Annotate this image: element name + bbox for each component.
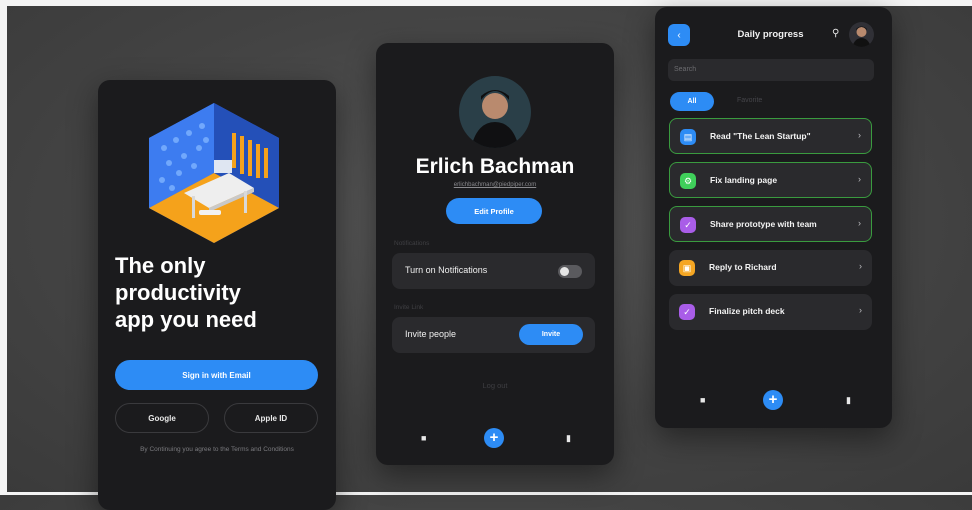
trash-icon[interactable]: ▮ (566, 433, 571, 444)
chat-icon: ▣ (679, 260, 695, 276)
task-label: Fix landing page (710, 175, 778, 185)
notifications-section-label: Notifications (394, 240, 430, 247)
chevron-right-icon: › (859, 305, 862, 315)
task-item[interactable]: ▣ Reply to Richard › (669, 250, 872, 286)
invite-button[interactable]: Invite (519, 324, 583, 345)
task-label: Finalize pitch deck (709, 306, 785, 316)
terms-text: By Continuing you agree to the Terms and… (140, 446, 294, 453)
notifications-toggle[interactable] (558, 265, 582, 278)
wrench-icon: ⚙ (680, 173, 696, 189)
image-border-left (0, 0, 7, 495)
task-item[interactable]: ▤ Read "The Lean Startup" › (669, 118, 872, 154)
profile-name: Erlich Bachman (415, 155, 575, 178)
user-avatar[interactable] (849, 22, 874, 47)
search-placeholder: Search (674, 66, 697, 73)
check-icon: ✓ (680, 217, 696, 233)
task-label: Reply to Richard (709, 262, 777, 272)
phone-tasks-screen: ‹ Daily progress ⚲ Search All Favorite ▤… (655, 7, 892, 428)
invite-section-label: Invite Link (394, 304, 424, 311)
task-label: Share prototype with team (710, 219, 817, 229)
image-border-top (0, 0, 972, 6)
trash-icon[interactable]: ▮ (846, 395, 851, 406)
home-icon[interactable]: ■ (700, 395, 705, 405)
task-item[interactable]: ⚙ Fix landing page › (669, 162, 872, 198)
workspace-illustration (149, 103, 279, 243)
apple-sign-in-button[interactable]: Apple ID (224, 403, 318, 433)
profile-email-link[interactable]: erlichbachman@piedpiper.com (376, 182, 614, 188)
check-icon: ✓ (679, 304, 695, 320)
logout-link[interactable]: Log out (376, 381, 614, 390)
add-button[interactable]: + (763, 390, 783, 410)
filter-favorite-tab[interactable]: Favorite (737, 97, 762, 104)
task-item[interactable]: ✓ Share prototype with team › (669, 206, 872, 242)
task-label: Read "The Lean Startup" (710, 131, 811, 141)
filter-all-tab[interactable]: All (670, 92, 714, 111)
profile-avatar (459, 76, 531, 148)
search-input[interactable]: Search (668, 59, 874, 81)
chevron-right-icon: › (858, 174, 861, 184)
task-item[interactable]: ✓ Finalize pitch deck › (669, 294, 872, 330)
notifications-row-label: Turn on Notifications (405, 265, 488, 275)
book-icon: ▤ (680, 129, 696, 145)
toggle-knob (560, 267, 569, 276)
search-icon[interactable]: ⚲ (832, 28, 839, 39)
add-button[interactable]: + (484, 428, 504, 448)
chevron-right-icon: › (858, 130, 861, 140)
notifications-row[interactable]: Turn on Notifications (392, 253, 595, 289)
edit-profile-button[interactable]: Edit Profile (446, 198, 542, 224)
invite-row: Invite people Invite (392, 317, 595, 353)
chevron-right-icon: › (859, 261, 862, 271)
google-sign-in-button[interactable]: Google (115, 403, 209, 433)
invite-row-label: Invite people (405, 329, 457, 339)
chevron-right-icon: › (858, 218, 861, 228)
sign-in-email-button[interactable]: Sign in with Email (115, 360, 318, 390)
home-icon[interactable]: ■ (421, 433, 426, 443)
phone-profile-screen: Erlich Bachman erlichbachman@piedpiper.c… (376, 43, 614, 465)
phone-login-screen: The only productivity app you need Sign … (98, 80, 336, 510)
hero-title: The only productivity app you need (115, 253, 257, 332)
